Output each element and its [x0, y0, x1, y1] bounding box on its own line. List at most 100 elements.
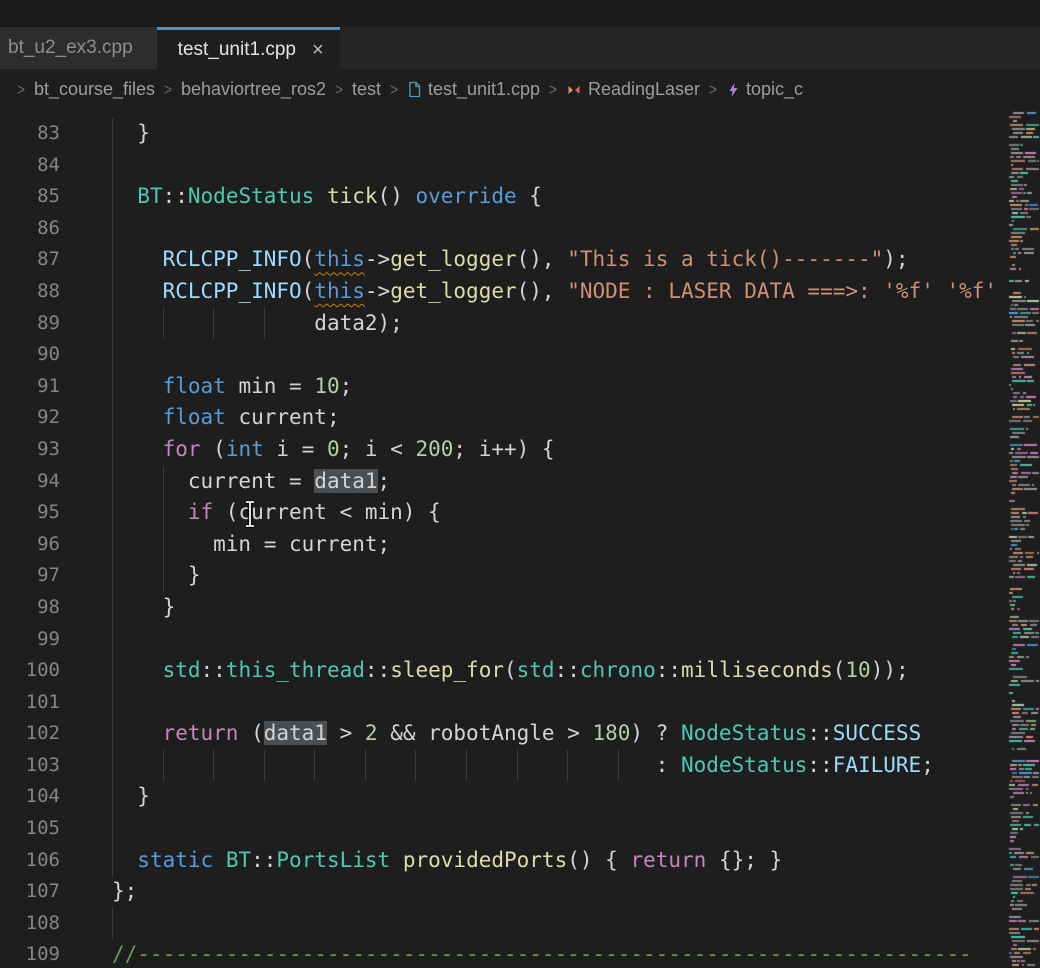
line-number[interactable]: 97 [0, 560, 60, 592]
line-number[interactable]: 107 [0, 876, 60, 908]
indent-guide [112, 592, 113, 624]
indent-guide [264, 308, 265, 340]
breadcrumb-label: test [352, 79, 381, 100]
cpp-file-icon [407, 81, 422, 98]
chevron-right-icon: > [17, 80, 25, 100]
line-number[interactable]: 85 [0, 181, 60, 213]
code-line[interactable]: 105 [0, 813, 1008, 845]
code-line[interactable]: 104 } [0, 781, 1008, 813]
line-number[interactable]: 108 [0, 908, 60, 940]
code-line[interactable]: 87 RCLCPP_INFO(this->get_logger(), "This… [0, 244, 1008, 276]
line-number[interactable]: 91 [0, 371, 60, 403]
line-number[interactable]: 101 [0, 687, 60, 719]
code-line[interactable]: 103 : NodeStatus::FAILURE; [0, 750, 1008, 782]
breadcrumb-item-behaviortree-ros2[interactable]: behaviortree_ros2 [181, 79, 326, 100]
indent-guide [112, 276, 113, 308]
chevron-right-icon: > [709, 80, 717, 100]
breadcrumb-item-readinglaser[interactable]: ReadingLaser [566, 79, 700, 100]
line-number[interactable]: 90 [0, 339, 60, 371]
line-number[interactable]: 99 [0, 624, 60, 656]
code-text: min = current; [112, 529, 390, 561]
line-number[interactable]: 92 [0, 402, 60, 434]
line-number[interactable]: 94 [0, 466, 60, 498]
line-number[interactable]: 83 [0, 118, 60, 150]
breadcrumb-item-bt-course-files[interactable]: bt_course_files [34, 79, 155, 100]
line-number[interactable]: 109 [0, 939, 60, 968]
indent-guide [112, 560, 113, 592]
code-text: float min = 10; [112, 371, 352, 403]
code-line[interactable]: 107}; [0, 876, 1008, 908]
code-line[interactable]: 100 std::this_thread::sleep_for(std::chr… [0, 655, 1008, 687]
breadcrumb-item-test[interactable]: test [352, 79, 381, 100]
code-line[interactable]: 102 return (data1 > 2 && robotAngle > 18… [0, 718, 1008, 750]
line-number[interactable]: 102 [0, 718, 60, 750]
indent-guide [112, 371, 113, 403]
line-number[interactable]: 105 [0, 813, 60, 845]
code-text: //--------------------------------------… [112, 939, 972, 968]
indent-guide [163, 560, 164, 592]
code-line[interactable]: 91 float min = 10; [0, 371, 1008, 403]
code-line[interactable]: 93 for (int i = 0; i < 200; i++) { [0, 434, 1008, 466]
code-text: if (current < min) { [112, 497, 441, 529]
line-number[interactable]: 93 [0, 434, 60, 466]
line-number[interactable]: 84 [0, 150, 60, 182]
close-icon[interactable]: × [312, 40, 324, 60]
breadcrumb-label: ReadingLaser [588, 79, 700, 100]
code-line[interactable]: 99 [0, 624, 1008, 656]
line-number[interactable]: 86 [0, 213, 60, 245]
indent-guide [213, 750, 214, 782]
code-editor[interactable]: 83 }8485 BT::NodeStatus tick() override … [0, 110, 1008, 968]
tab-test_unit1[interactable]: test_unit1.cpp × [157, 27, 340, 69]
indent-guide [112, 466, 113, 498]
code-line[interactable]: 92 float current; [0, 402, 1008, 434]
code-line[interactable]: 108 [0, 908, 1008, 940]
code-line[interactable]: 98 } [0, 592, 1008, 624]
code-line[interactable]: 84 [0, 150, 1008, 182]
code-line[interactable]: 109 //-----------------------------------… [0, 939, 1008, 968]
line-number[interactable]: 87 [0, 244, 60, 276]
tab-label: test_unit1.cpp [178, 39, 296, 61]
code-line[interactable]: 106 static BT::PortsList providedPorts()… [0, 845, 1008, 877]
indent-guide [163, 529, 164, 561]
code-text: static BT::PortsList providedPorts() { r… [112, 845, 782, 877]
line-number[interactable]: 96 [0, 529, 60, 561]
code-line[interactable]: 83 } [0, 118, 1008, 150]
code-line[interactable]: 90 [0, 339, 1008, 371]
line-number[interactable]: 104 [0, 781, 60, 813]
code-line[interactable]: 94 current = data1; [0, 466, 1008, 498]
breadcrumb-label: test_unit1.cpp [428, 79, 540, 100]
minimap[interactable] [1008, 110, 1040, 968]
tab-bt_u2_ex3[interactable]: bt_u2_ex3.cpp [0, 27, 157, 69]
indent-guide [112, 118, 113, 150]
code-line[interactable]: 95 if (current < min) { [0, 497, 1008, 529]
titlebar [0, 0, 1040, 27]
breadcrumb-item-topic-c[interactable]: topic_c [726, 79, 803, 100]
line-number[interactable]: 103 [0, 750, 60, 782]
line-number[interactable]: 100 [0, 655, 60, 687]
code-line[interactable]: 88 RCLCPP_INFO(this->get_logger(), "NODE… [0, 276, 1008, 308]
code-line[interactable]: 101 [0, 687, 1008, 719]
code-line[interactable]: 86 [0, 213, 1008, 245]
indent-guide [112, 434, 113, 466]
line-number[interactable]: 89 [0, 308, 60, 340]
indent-guide [163, 497, 164, 529]
line-number[interactable]: 106 [0, 845, 60, 877]
breadcrumb-label: bt_course_files [34, 79, 155, 100]
line-number[interactable]: 98 [0, 592, 60, 624]
chevron-right-icon: > [164, 80, 172, 100]
ibeam-cursor [243, 500, 257, 528]
line-number[interactable]: 88 [0, 276, 60, 308]
chevron-right-icon: > [390, 80, 398, 100]
indent-guide [112, 624, 113, 656]
code-line[interactable]: 96 min = current; [0, 529, 1008, 561]
indent-guide [517, 750, 518, 782]
code-text: } [112, 560, 201, 592]
breadcrumb-item-test-unit1-cpp[interactable]: test_unit1.cpp [407, 79, 540, 100]
code-line[interactable]: 97 } [0, 560, 1008, 592]
line-number[interactable]: 95 [0, 497, 60, 529]
code-line[interactable]: 89 data2); [0, 308, 1008, 340]
code-text: } [112, 781, 150, 813]
code-text: data2); [112, 308, 403, 340]
code-line[interactable]: 85 BT::NodeStatus tick() override { [0, 181, 1008, 213]
indent-guide [112, 781, 113, 813]
